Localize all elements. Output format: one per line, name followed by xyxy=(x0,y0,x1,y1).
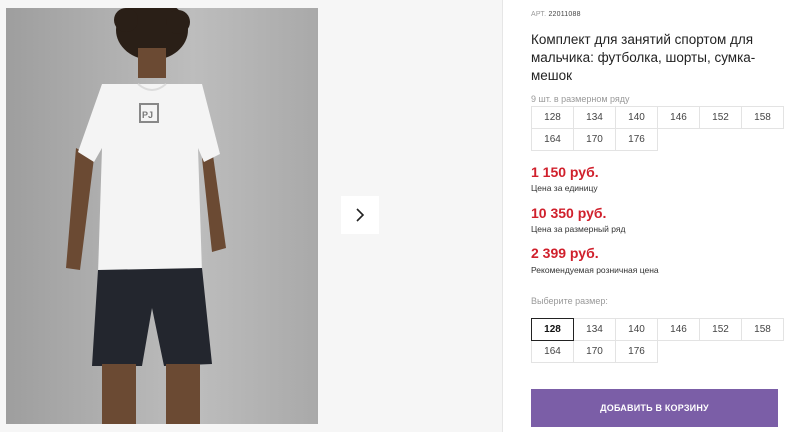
size-option[interactable]: 158 xyxy=(741,318,784,341)
size-range-caption: 9 шт. в размерном ряду xyxy=(531,94,630,104)
article: АРТ. 22011088 xyxy=(531,11,581,18)
product-details: АРТ. 22011088 Комплект для занятий спорт… xyxy=(531,0,791,432)
range-size-cell: 146 xyxy=(657,106,700,129)
range-size-cell: 134 xyxy=(573,106,616,129)
boy-photo-illustration: PJ xyxy=(66,8,226,424)
choose-size-caption: Выберите размер: xyxy=(531,296,608,306)
range-size-cell: 152 xyxy=(699,106,742,129)
size-option[interactable]: 152 xyxy=(699,318,742,341)
size-option[interactable]: 164 xyxy=(531,340,574,363)
size-option[interactable]: 176 xyxy=(615,340,658,363)
retail-price: 2 399 руб. xyxy=(531,245,599,261)
range-size-cell: 170 xyxy=(573,128,616,151)
next-image-button[interactable] xyxy=(341,196,379,234)
unit-price-label: Цена за единицу xyxy=(531,183,598,193)
range-size-cell: 128 xyxy=(531,106,574,129)
divider xyxy=(502,0,503,432)
size-option[interactable]: 170 xyxy=(573,340,616,363)
unit-price: 1 150 руб. xyxy=(531,164,599,180)
range-size-cell: 176 xyxy=(615,128,658,151)
range-size-cell: 158 xyxy=(741,106,784,129)
size-range-grid: 128 134 140 146 152 158 164 170 176 xyxy=(531,106,784,151)
size-option-selected[interactable]: 128 xyxy=(531,318,574,341)
range-size-cell: 140 xyxy=(615,106,658,129)
chevron-right-icon xyxy=(356,208,365,222)
size-option[interactable]: 146 xyxy=(657,318,700,341)
product-title: Комплект для занятий спортом для мальчик… xyxy=(531,32,756,83)
product-gallery: PJ xyxy=(0,0,502,432)
add-to-cart-button[interactable]: ДОБАВИТЬ В КОРЗИНУ xyxy=(531,389,778,427)
product-photo: PJ xyxy=(6,8,318,424)
article-label: АРТ. xyxy=(531,11,547,18)
svg-text:PJ: PJ xyxy=(142,110,153,120)
size-option[interactable]: 134 xyxy=(573,318,616,341)
range-size-cell: 164 xyxy=(531,128,574,151)
size-selector: 128 134 140 146 152 158 164 170 176 xyxy=(531,318,784,363)
range-price-label: Цена за размерный ряд xyxy=(531,224,626,234)
range-price: 10 350 руб. xyxy=(531,205,607,221)
retail-price-label: Рекомендуемая розничная цена xyxy=(531,265,659,275)
size-option[interactable]: 140 xyxy=(615,318,658,341)
article-number: 22011088 xyxy=(548,11,581,18)
